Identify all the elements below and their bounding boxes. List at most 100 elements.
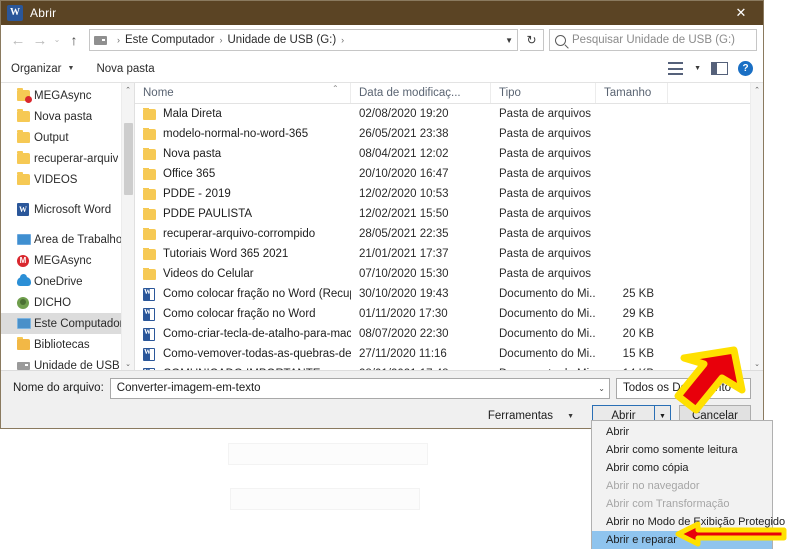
table-row[interactable]: PDDE - 2019 12/02/2020 10:53 Pasta de arqu… bbox=[135, 184, 763, 204]
column-header-date[interactable]: Data de modificaç... bbox=[351, 83, 491, 103]
table-row[interactable]: Tutoriais Word 365 2021 21/01/2021 17:37 P… bbox=[135, 244, 763, 264]
background-ghost-2 bbox=[230, 488, 420, 510]
file-list-scrollbar[interactable]: ⌃ ⌄ bbox=[750, 83, 763, 370]
folder-icon bbox=[143, 268, 163, 280]
file-type: Documento do Mi... bbox=[499, 348, 596, 360]
breadcrumb-item-usb[interactable]: Unidade de USB (G:) bbox=[228, 34, 337, 46]
tools-button[interactable]: Ferramentas ▼ bbox=[488, 410, 574, 422]
screen: W Abrir ✕ ← → ⌄ ↑ › Este Computador › Un… bbox=[0, 0, 807, 549]
file-name: Nova pasta bbox=[163, 148, 222, 160]
usb-drive-icon bbox=[17, 361, 34, 370]
sidebar-item-recuperar-arquivo[interactable]: recuperar-arquiv bbox=[1, 148, 134, 169]
table-row[interactable]: Como colocar fração no Word 01/11/2020 17… bbox=[135, 304, 763, 324]
file-type: Pasta de arquivos bbox=[499, 148, 592, 160]
file-date: 07/10/2020 15:30 bbox=[359, 268, 449, 280]
word-doc-icon bbox=[143, 367, 163, 370]
desktop-icon bbox=[17, 234, 34, 245]
organize-button[interactable]: Organizar ▼ bbox=[11, 63, 74, 75]
sidebar-item-microsoft-word[interactable]: W Microsoft Word bbox=[1, 199, 134, 220]
back-button[interactable]: ← bbox=[7, 29, 29, 51]
word-icon: W bbox=[17, 203, 29, 216]
breadcrumb-item-pc[interactable]: Este Computador bbox=[125, 34, 215, 46]
navigation-pane: MEGAsync ✐ Nova pasta Output recuperar-a… bbox=[1, 83, 135, 370]
file-name: Videos do Celular bbox=[163, 268, 254, 280]
sidebar-item-este-computador[interactable]: Este Computador bbox=[1, 313, 134, 334]
scroll-down-icon[interactable]: ⌄ bbox=[751, 357, 763, 370]
sidebar-item-megasync-folder[interactable]: MEGAsync ✐ bbox=[1, 85, 134, 106]
column-header-name[interactable]: Nome bbox=[135, 83, 351, 103]
sidebar-item-label: OneDrive bbox=[34, 275, 83, 288]
file-name: Como colocar fração no Word (Recupera... bbox=[163, 288, 351, 300]
sidebar-item-nova-pasta[interactable]: Nova pasta bbox=[1, 106, 134, 127]
table-row[interactable]: Como-criar-tecla-de-atalho-para-macro...… bbox=[135, 324, 763, 344]
help-icon[interactable]: ? bbox=[738, 61, 753, 76]
sidebar-divider bbox=[1, 190, 134, 199]
new-folder-button[interactable]: Nova pasta bbox=[96, 63, 154, 75]
sidebar-item-videos[interactable]: VIDEOS bbox=[1, 169, 134, 190]
recent-locations-button[interactable]: ⌄ bbox=[51, 29, 63, 51]
file-size: 25 KB bbox=[622, 288, 654, 300]
table-row[interactable]: recuperar-arquivo-corrompido 28/05/2021 2… bbox=[135, 224, 763, 244]
sidebar-item-unidade-usb-1[interactable]: Unidade de USB bbox=[1, 355, 134, 370]
close-icon[interactable]: ✕ bbox=[719, 1, 763, 25]
sidebar-item-label: Microsoft Word bbox=[34, 203, 112, 216]
menu-item-abrir[interactable]: Abrir bbox=[592, 423, 772, 441]
search-icon bbox=[555, 34, 566, 46]
sidebar-item-label: Nova pasta bbox=[34, 110, 93, 123]
organize-label: Organizar bbox=[11, 62, 62, 75]
sidebar-item-label: recuperar-arquiv bbox=[34, 152, 119, 165]
menu-item-abrir-somente-leitura[interactable]: Abrir como somente leitura bbox=[592, 441, 772, 459]
preview-pane-icon[interactable] bbox=[711, 62, 728, 75]
filename-input[interactable]: Converter-imagem-em-texto ⌄ bbox=[109, 377, 610, 399]
sidebar-item-megasync[interactable]: M MEGAsync bbox=[1, 250, 134, 271]
file-type: Pasta de arquivos bbox=[499, 268, 592, 280]
background-ghost-1 bbox=[228, 443, 428, 465]
file-type: Pasta de arquivos bbox=[499, 228, 592, 240]
search-input[interactable]: Pesquisar Unidade de USB (G:) bbox=[549, 29, 757, 51]
file-date: 08/04/2021 12:02 bbox=[359, 148, 449, 160]
file-list-pane: Nome Data de modificaç... Tipo Tamanho ⌃… bbox=[135, 83, 763, 370]
column-header-type[interactable]: Tipo bbox=[491, 83, 596, 103]
refresh-button[interactable]: ↻ bbox=[520, 29, 544, 51]
scroll-up-icon[interactable]: ⌃ bbox=[122, 83, 134, 96]
table-row[interactable]: Office 365 20/10/2020 16:47 Pasta de arqui… bbox=[135, 164, 763, 184]
search-placeholder: Pesquisar Unidade de USB (G:) bbox=[572, 34, 735, 46]
file-name: Como colocar fração no Word bbox=[163, 308, 316, 320]
sidebar-item-dicho[interactable]: DICHO bbox=[1, 292, 134, 313]
file-size: 29 KB bbox=[622, 308, 654, 320]
dialog-body: MEGAsync ✐ Nova pasta Output recuperar-a… bbox=[1, 83, 763, 370]
scroll-up-icon[interactable]: ⌃ bbox=[751, 83, 763, 96]
file-name: COMUNICADO IMPORTANTE bbox=[163, 368, 320, 370]
address-bar[interactable]: › Este Computador › Unidade de USB (G:) … bbox=[89, 29, 518, 51]
table-row[interactable]: Videos do Celular 07/10/2020 15:30 Pasta d… bbox=[135, 264, 763, 284]
chevron-down-icon[interactable]: ▼ bbox=[499, 36, 513, 45]
table-row[interactable]: Como colocar fração no Word (Recupera...… bbox=[135, 284, 763, 304]
menu-item-abrir-como-copia[interactable]: Abrir como cópia bbox=[592, 459, 772, 477]
list-view-icon[interactable] bbox=[668, 62, 684, 75]
table-row[interactable]: Nova pasta 08/04/2021 12:02 Pasta de arqui… bbox=[135, 144, 763, 164]
forward-button[interactable]: → bbox=[29, 29, 51, 51]
navigation-bar: ← → ⌄ ↑ › Este Computador › Unidade de U… bbox=[1, 25, 763, 55]
up-button[interactable]: ↑ bbox=[63, 29, 85, 51]
table-row[interactable]: modelo-normal-no-word-365 26/05/2021 23:3… bbox=[135, 124, 763, 144]
sidebar-item-bibliotecas[interactable]: Bibliotecas bbox=[1, 334, 134, 355]
column-header-size[interactable]: Tamanho bbox=[596, 83, 668, 103]
table-row[interactable]: PDDE PAULISTA 12/02/2021 15:50 Pasta de ar… bbox=[135, 204, 763, 224]
sidebar-item-area-de-trabalho[interactable]: Área de Trabalho bbox=[1, 229, 134, 250]
sidebar-item-output[interactable]: Output bbox=[1, 127, 134, 148]
dialog-titlebar: W Abrir ✕ bbox=[1, 1, 763, 25]
scroll-down-icon[interactable]: ⌄ bbox=[122, 357, 134, 370]
chevron-down-icon[interactable]: ▼ bbox=[694, 65, 701, 72]
breadcrumb-separator: › bbox=[341, 35, 345, 45]
file-name: Como-vemover-todas-as-quebras-de-se... bbox=[163, 348, 351, 360]
scrollbar-thumb[interactable] bbox=[124, 123, 133, 195]
navigation-pane-scrollbar[interactable]: ⌃ ⌄ bbox=[121, 83, 134, 370]
column-headers: Nome Data de modificaç... Tipo Tamanho ⌃ bbox=[135, 83, 763, 104]
breadcrumb-separator: › bbox=[117, 35, 120, 45]
sidebar-divider bbox=[1, 220, 134, 229]
table-row[interactable]: Mala Direta 02/08/2020 19:20 Pasta de arqu… bbox=[135, 104, 763, 124]
sidebar-item-onedrive[interactable]: OneDrive bbox=[1, 271, 134, 292]
chevron-down-icon[interactable]: ⌄ bbox=[590, 384, 605, 393]
folder-icon bbox=[17, 172, 34, 185]
file-date: 01/11/2020 17:30 bbox=[359, 308, 448, 320]
